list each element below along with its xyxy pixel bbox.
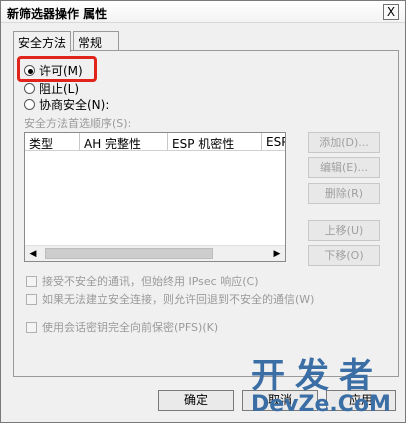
checkbox-allow-fallback-label: 如果无法建立安全连接，则允许回退到不安全的通信(W) (42, 293, 315, 306)
ok-button[interactable]: 确定 (158, 390, 234, 411)
radio-block-label: 阻止(L) (39, 82, 80, 96)
move-down-button[interactable]: 下移(O) (308, 245, 380, 266)
checkbox-accept-unsecured-label: 接受不安全的通讯，但始终用 IPsec 响应(C) (42, 275, 259, 288)
radio-negotiate[interactable]: 协商安全(N): (24, 96, 109, 113)
checkbox-accept-unsecured[interactable]: 接受不安全的通讯，但始终用 IPsec 响应(C) (26, 273, 259, 289)
scroll-right-icon[interactable]: ▶ (269, 246, 285, 261)
horizontal-scrollbar[interactable]: ◀ ▶ (25, 245, 285, 261)
edit-button[interactable]: 编辑(E)... (308, 157, 380, 178)
methods-order-label: 安全方法首选顺序(S): (24, 117, 132, 130)
title-bar: 新筛选器操作 属性 X (1, 1, 405, 23)
checkbox-allow-fallback-box[interactable] (26, 293, 37, 305)
radio-permit[interactable]: 许可(M) (24, 62, 83, 79)
radio-negotiate-label: 协商安全(N): (39, 98, 110, 112)
tab-security-methods[interactable]: 安全方法 (13, 31, 71, 52)
scroll-thumb[interactable] (45, 248, 213, 259)
list-header: 类型 AH 完整性 ESP 机密性 ESP (25, 133, 285, 151)
tab-general[interactable]: 常规 (73, 31, 119, 51)
remove-button[interactable]: 删除(R) (308, 183, 380, 204)
column-ah-integrity[interactable]: AH 完整性 (80, 133, 168, 151)
close-button[interactable]: X (383, 4, 399, 20)
cancel-button[interactable]: 取消 (242, 390, 318, 411)
checkbox-pfs[interactable]: 使用会话密钥完全向前保密(PFS)(K) (26, 319, 218, 335)
column-esp-confidentiality[interactable]: ESP 机密性 (168, 133, 262, 151)
properties-dialog: 新筛选器操作 属性 X 安全方法 常规 许可(M) 阻止(L) 协商安全(N):… (0, 0, 406, 423)
radio-permit-label: 许可(M) (39, 64, 83, 78)
column-type[interactable]: 类型 (25, 133, 80, 151)
column-esp[interactable]: ESP (262, 133, 285, 151)
scroll-left-icon[interactable]: ◀ (25, 246, 41, 261)
checkbox-pfs-label: 使用会话密钥完全向前保密(PFS)(K) (42, 321, 219, 334)
checkbox-accept-unsecured-box[interactable] (26, 275, 37, 287)
radio-permit-indicator[interactable] (24, 65, 35, 76)
security-methods-panel: 许可(M) 阻止(L) 协商安全(N): 安全方法首选顺序(S): 类型 AH … (13, 50, 399, 377)
radio-negotiate-indicator[interactable] (24, 99, 35, 110)
apply-button[interactable]: 应用 (326, 390, 396, 411)
radio-block-indicator[interactable] (24, 83, 35, 94)
window-title: 新筛选器操作 属性 (7, 7, 108, 21)
checkbox-pfs-box[interactable] (26, 321, 37, 333)
security-methods-list[interactable]: 类型 AH 完整性 ESP 机密性 ESP ◀ ▶ (24, 132, 286, 262)
checkbox-allow-fallback[interactable]: 如果无法建立安全连接，则允许回退到不安全的通信(W) (26, 291, 314, 307)
radio-block[interactable]: 阻止(L) (24, 80, 79, 97)
move-up-button[interactable]: 上移(U) (308, 220, 380, 241)
add-button[interactable]: 添加(D)... (308, 132, 380, 153)
